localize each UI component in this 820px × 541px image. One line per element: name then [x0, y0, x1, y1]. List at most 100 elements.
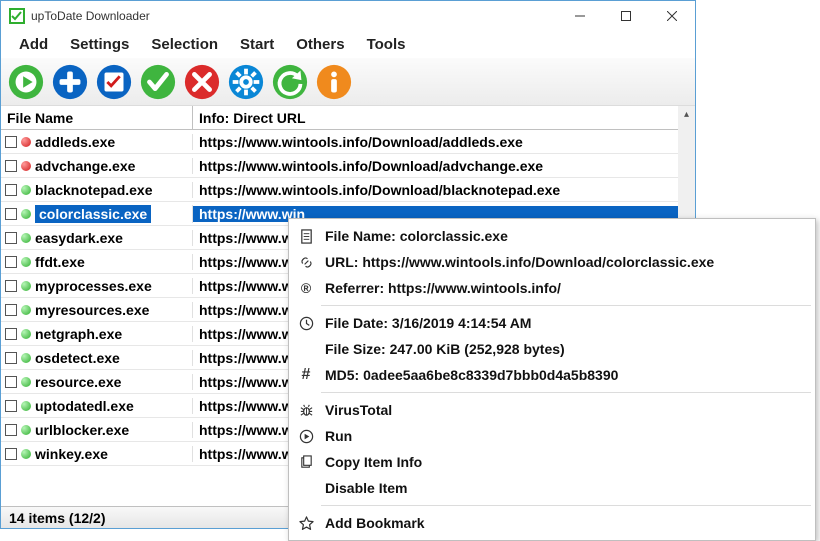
ctx-label: MD5: 0adee5aa6be8c8339d7bbb0d4a5b8390: [325, 367, 618, 383]
link-icon: [297, 253, 315, 271]
checkbox[interactable]: [5, 400, 17, 412]
checkbox[interactable]: [5, 256, 17, 268]
status-dot-green: [21, 449, 31, 459]
checkbox[interactable]: [5, 280, 17, 292]
checklist-button[interactable]: [95, 63, 133, 101]
ctx-md5[interactable]: # MD5: 0adee5aa6be8c8339d7bbb0d4a5b8390: [289, 362, 815, 388]
settings-button[interactable]: [227, 63, 265, 101]
close-button[interactable]: [649, 1, 695, 31]
status-dot-green: [21, 425, 31, 435]
checkbox[interactable]: [5, 328, 17, 340]
ctx-label: Referrer: https://www.wintools.info/: [325, 280, 561, 296]
status-dot-green: [21, 209, 31, 219]
file-name: winkey.exe: [35, 446, 108, 462]
table-row[interactable]: addleds.exe https://www.wintools.info/Dow…: [1, 130, 695, 154]
column-header-info[interactable]: Info: Direct URL: [193, 106, 695, 129]
scroll-up-arrow[interactable]: ▴: [678, 106, 695, 123]
ctx-label: File Size: 247.00 KiB (252,928 bytes): [325, 341, 565, 357]
ctx-add-bookmark[interactable]: Add Bookmark: [289, 510, 815, 536]
play-button[interactable]: [7, 63, 45, 101]
window-title: upToDate Downloader: [31, 9, 557, 23]
menu-tools[interactable]: Tools: [357, 32, 416, 57]
file-url: https://www.wintools.info/Download/addle…: [193, 134, 695, 150]
table-row[interactable]: blacknotepad.exe https://www.wintools.inf…: [1, 178, 695, 202]
ctx-label: VirusTotal: [325, 402, 392, 418]
checkbox[interactable]: [5, 184, 17, 196]
checkbox[interactable]: [5, 304, 17, 316]
file-name: easydark.exe: [35, 230, 123, 246]
status-dot-green: [21, 353, 31, 363]
column-header-filename[interactable]: File Name: [1, 106, 193, 129]
menu-start[interactable]: Start: [230, 32, 284, 57]
cancel-button[interactable]: [183, 63, 221, 101]
file-name: advchange.exe: [35, 158, 135, 174]
separator: [321, 305, 811, 306]
ctx-file-size[interactable]: . File Size: 247.00 KiB (252,928 bytes): [289, 336, 815, 362]
checkbox[interactable]: [5, 376, 17, 388]
file-name: myresources.exe: [35, 302, 149, 318]
ctx-label: Run: [325, 428, 352, 444]
clock-icon: [297, 314, 315, 332]
status-dot-red: [21, 137, 31, 147]
context-menu[interactable]: File Name: colorclassic.exe URL: https:/…: [288, 218, 816, 541]
ctx-copy-info[interactable]: Copy Item Info: [289, 449, 815, 475]
copy-icon: [297, 453, 315, 471]
status-dot-green: [21, 401, 31, 411]
checkbox[interactable]: [5, 160, 17, 172]
file-name: urlblocker.exe: [35, 422, 129, 438]
grid-header: File Name Info: Direct URL: [1, 106, 695, 130]
ctx-disable[interactable]: . Disable Item: [289, 475, 815, 501]
star-icon: [297, 514, 315, 532]
file-name: addleds.exe: [35, 134, 115, 150]
status-dot-green: [21, 305, 31, 315]
menu-settings[interactable]: Settings: [60, 32, 139, 57]
checkbox[interactable]: [5, 232, 17, 244]
ctx-url[interactable]: URL: https://www.wintools.info/Download/…: [289, 249, 815, 275]
status-dot-green: [21, 377, 31, 387]
check-button[interactable]: [139, 63, 177, 101]
ctx-run[interactable]: Run: [289, 423, 815, 449]
document-icon: [297, 227, 315, 245]
app-icon: [9, 8, 25, 24]
status-dot-green: [21, 185, 31, 195]
info-button[interactable]: [315, 63, 353, 101]
file-url: https://www.wintools.info/Download/advch…: [193, 158, 695, 174]
checkbox[interactable]: [5, 352, 17, 364]
menu-add[interactable]: Add: [9, 32, 58, 57]
separator: [321, 392, 811, 393]
checkbox[interactable]: [5, 136, 17, 148]
file-name: blacknotepad.exe: [35, 182, 153, 198]
status-dot-green: [21, 329, 31, 339]
table-row[interactable]: advchange.exe https://www.wintools.info/D…: [1, 154, 695, 178]
status-dot-red: [21, 161, 31, 171]
status-dot-green: [21, 281, 31, 291]
hash-icon: #: [297, 366, 315, 384]
checkbox[interactable]: [5, 448, 17, 460]
ctx-file-name[interactable]: File Name: colorclassic.exe: [289, 223, 815, 249]
ctx-label: URL: https://www.wintools.info/Download/…: [325, 254, 714, 270]
menu-others[interactable]: Others: [286, 32, 354, 57]
add-button[interactable]: [51, 63, 89, 101]
window-buttons: [557, 1, 695, 31]
minimize-button[interactable]: [557, 1, 603, 31]
file-name: ffdt.exe: [35, 254, 85, 270]
checkbox[interactable]: [5, 424, 17, 436]
ctx-referrer[interactable]: ® Referrer: https://www.wintools.info/: [289, 275, 815, 301]
checkbox[interactable]: [5, 208, 17, 220]
maximize-button[interactable]: [603, 1, 649, 31]
status-dot-green: [21, 257, 31, 267]
file-name: colorclassic.exe: [35, 205, 151, 223]
separator: [321, 505, 811, 506]
ctx-label: File Date: 3/16/2019 4:14:54 AM: [325, 315, 531, 331]
menu-selection[interactable]: Selection: [141, 32, 228, 57]
bug-icon: [297, 401, 315, 419]
ctx-virustotal[interactable]: VirusTotal: [289, 397, 815, 423]
file-url: https://www.wintools.info/Download/black…: [193, 182, 695, 198]
registered-icon: ®: [297, 279, 315, 297]
titlebar[interactable]: upToDate Downloader: [1, 0, 695, 30]
toolbar: [1, 58, 695, 106]
ctx-file-date[interactable]: File Date: 3/16/2019 4:14:54 AM: [289, 310, 815, 336]
file-name: myprocesses.exe: [35, 278, 152, 294]
file-name: uptodatedl.exe: [35, 398, 134, 414]
reload-button[interactable]: [271, 63, 309, 101]
